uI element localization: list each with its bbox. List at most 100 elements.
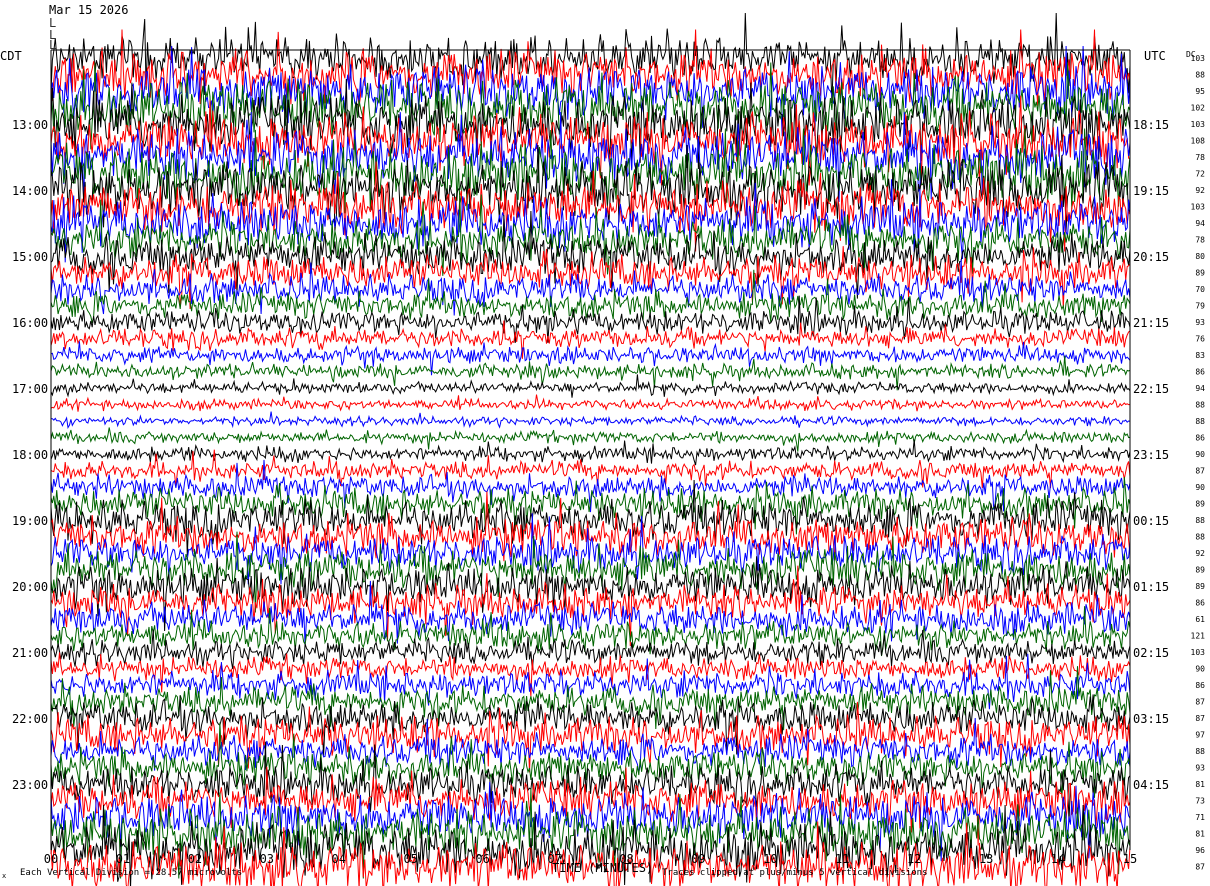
seismic-trace [50,374,1131,398]
dc-value-label: 81 [1195,830,1205,839]
dc-value-label: 76 [1195,335,1205,344]
dc-value-label: 88 [1195,417,1205,426]
seismic-trace [50,394,1130,412]
helicorder-svg: 13:00 14:00 15:00 16:00 17:00 18:00 19:00 20:00… [12,12,1206,886]
dc-value-label: 95 [1195,87,1205,96]
x-tick-label: 15 [1123,852,1137,866]
dc-value-label: 89 [1195,269,1205,278]
right-hour-label: 04:15 [1133,778,1169,792]
dc-value-label: 94 [1195,384,1205,393]
dc-value-label: 86 [1195,434,1205,443]
x-axis-title: TIME (MINUTES) [552,861,654,875]
right-hour-label: 23:15 [1133,448,1169,462]
x-tick-label: 05 [403,852,417,866]
seismic-trace [50,411,1131,429]
dc-value-label: 88 [1195,747,1205,756]
dc-value-label: 90 [1195,483,1205,492]
dc-value-label: 80 [1195,252,1205,261]
left-hour-label: 13:00 [12,118,48,132]
dc-value-label: 78 [1195,153,1205,162]
seismic-trace [50,295,1131,343]
dc-value-label: 88 [1195,533,1205,542]
dc-value-label: 89 [1195,582,1205,591]
left-hour-labels: 13:00 14:00 15:00 16:00 17:00 18:00 19:00 20:00… [12,118,48,792]
left-hour-label: 14:00 [12,184,48,198]
dc-value-label: 103 [1191,203,1206,212]
dc-value-label: 73 [1195,797,1205,806]
dc-value-label: 70 [1195,285,1205,294]
left-hour-label: 21:00 [12,646,48,660]
dc-value-label: 96 [1195,846,1205,855]
left-hour-label: 17:00 [12,382,48,396]
dc-value-label: 94 [1195,219,1205,228]
right-hour-label: 03:15 [1133,712,1169,726]
left-hour-label: 23:00 [12,778,48,792]
dc-value-label: 88 [1195,71,1205,80]
x-tick-label: 01 [116,852,130,866]
x-tick-label: 11 [835,852,849,866]
right-hour-label: 18:15 [1133,118,1169,132]
dc-value-label: 86 [1195,368,1205,377]
x-tick-label: 10 [763,852,777,866]
dc-value-label: 92 [1195,186,1205,195]
dc-value-label: 103 [1191,120,1206,129]
right-hour-label: 01:15 [1133,580,1169,594]
right-hour-label: 21:15 [1133,316,1169,330]
dc-value-label: 108 [1191,137,1206,146]
helicorder-plot: 13:00 14:00 15:00 16:00 17:00 18:00 19:00 20:00… [0,0,1210,886]
right-hour-label: 02:15 [1133,646,1169,660]
dc-value-label: 83 [1195,351,1205,360]
left-hour-label: 15:00 [12,250,48,264]
dc-value-label: 89 [1195,500,1205,509]
dc-value-label: 72 [1195,170,1205,179]
dc-value-label: 93 [1195,764,1205,773]
dc-value-label: 81 [1195,780,1205,789]
dc-value-label: 88 [1195,401,1205,410]
left-hour-label: 22:00 [12,712,48,726]
x-tick-label: 06 [475,852,489,866]
footer-division-note: Each Vertical Division = 28.57 microvolt… [20,868,243,878]
right-hour-label: 20:15 [1133,250,1169,264]
x-tick-label: 04 [332,852,346,866]
dc-value-label: 88 [1195,516,1205,525]
dc-value-label: 90 [1195,665,1205,674]
dc-value-label: 78 [1195,236,1205,245]
left-hour-label: 16:00 [12,316,48,330]
header-date: Mar 15 2026 [49,3,129,17]
dc-value-labels: 103 88 95 102 103 108 78 72 92 103 94 78 80 89 70 79 93 7… [1191,54,1206,872]
dc-value-label: 87 [1195,698,1205,707]
footer-clip-note: Traces clipped at plus/minus 5 vertical … [662,868,928,878]
dc-value-label: 93 [1195,318,1205,327]
dc-value-label: 102 [1191,104,1206,113]
footer-corner-mark: x [2,872,7,880]
left-hour-label: 18:00 [12,448,48,462]
dc-value-label: 87 [1195,467,1205,476]
left-hour-label: 19:00 [12,514,48,528]
right-hour-label: 19:15 [1133,184,1169,198]
right-hour-labels: 18:15 19:15 20:15 21:15 22:15 23:15 00:15 01:15… [1133,118,1169,792]
dc-value-label: 79 [1195,302,1205,311]
right-hour-label: 22:15 [1133,382,1169,396]
left-hour-label: 20:00 [12,580,48,594]
dc-value-label: 61 [1195,615,1205,624]
x-tick-label: 02 [188,852,202,866]
x-tick-label: 12 [907,852,921,866]
trace-group [50,12,1131,886]
dc-value-label: 90 [1195,450,1205,459]
header-line-4: L [49,38,57,52]
dc-value-label: 89 [1195,566,1205,575]
left-timezone-label: CDT [0,49,22,63]
dc-value-label: 97 [1195,731,1205,740]
dc-value-label: 121 [1191,632,1206,641]
x-tick-label: 09 [691,852,705,866]
right-hour-label: 00:15 [1133,514,1169,528]
dc-value-label: 87 [1195,714,1205,723]
x-tick-label: 00 [44,852,58,866]
seismic-trace [50,427,1131,452]
dc-value-label: 86 [1195,681,1205,690]
x-tick-label: 13 [979,852,993,866]
x-tick-label: 03 [260,852,274,866]
dc-value-label: 71 [1195,813,1205,822]
dc-value-label: 92 [1195,549,1205,558]
dc-value-label: 87 [1195,863,1205,872]
